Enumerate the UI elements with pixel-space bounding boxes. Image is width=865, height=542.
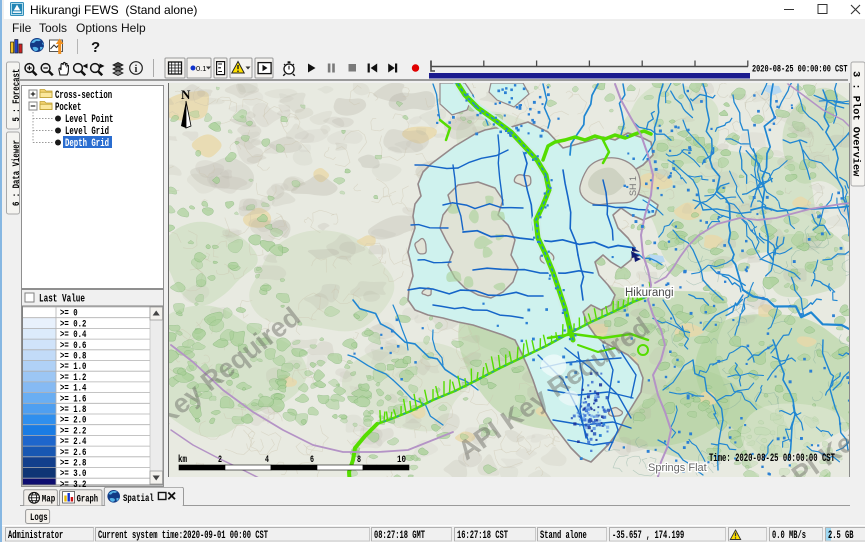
svg-text:i: i bbox=[135, 64, 138, 75]
svg-text:>= 3.2: >= 3.2 bbox=[60, 479, 86, 487]
svg-text:Level Point: Level Point bbox=[65, 114, 113, 126]
svg-text:N: N bbox=[181, 87, 191, 102]
svg-text:SH 1: SH 1 bbox=[628, 176, 638, 196]
svg-text:08:27:18 GMT: 08:27:18 GMT bbox=[374, 530, 425, 542]
svg-text:km: km bbox=[178, 454, 187, 466]
svg-text:6 : Data Viewer: 6 : Data Viewer bbox=[11, 140, 20, 206]
svg-text:2: 2 bbox=[218, 455, 222, 466]
svg-text:2.5 GB: 2.5 GB bbox=[828, 530, 854, 542]
svg-text:6: 6 bbox=[310, 455, 314, 466]
svg-text:Graph: Graph bbox=[77, 494, 99, 506]
svg-text:Map: Map bbox=[42, 494, 56, 506]
svg-text:4: 4 bbox=[265, 455, 269, 466]
svg-text:3 : Plot Overview: 3 : Plot Overview bbox=[850, 71, 862, 176]
svg-text:Stand alone: Stand alone bbox=[540, 530, 587, 542]
svg-text:Administrator: Administrator bbox=[8, 530, 63, 542]
svg-text:10: 10 bbox=[397, 455, 406, 466]
svg-text:Current system time:2020-09-01: Current system time:2020-09-01 00:00 CST bbox=[98, 530, 268, 542]
svg-text:Depth Grid: Depth Grid bbox=[65, 138, 109, 150]
svg-text:Last Value: Last Value bbox=[39, 294, 85, 306]
svg-text:?: ? bbox=[91, 39, 100, 56]
svg-text:Logs: Logs bbox=[30, 512, 48, 524]
svg-text:-35.657 , 174.199: -35.657 , 174.199 bbox=[612, 530, 684, 542]
svg-text:8: 8 bbox=[357, 455, 361, 466]
svg-text:Hikurangi: Hikurangi bbox=[625, 287, 674, 299]
svg-text:0.0 MB/s: 0.0 MB/s bbox=[772, 530, 806, 542]
svg-text:5 : Forecast: 5 : Forecast bbox=[12, 69, 20, 122]
svg-text:Springs Flat: Springs Flat bbox=[648, 462, 707, 474]
svg-text:2020-08-25 00:00:00 CST: 2020-08-25 00:00:00 CST bbox=[752, 64, 848, 76]
svg-text:Spatial: Spatial bbox=[123, 493, 154, 505]
svg-text:Pocket: Pocket bbox=[55, 102, 81, 114]
svg-text:Cross-section: Cross-section bbox=[55, 90, 112, 102]
svg-text:16:27:18 CST: 16:27:18 CST bbox=[457, 530, 508, 542]
svg-text:0.1: 0.1 bbox=[196, 64, 206, 73]
svg-text:Time: 2020-08-25 00:00:00 CST: Time: 2020-08-25 00:00:00 CST bbox=[709, 453, 835, 465]
